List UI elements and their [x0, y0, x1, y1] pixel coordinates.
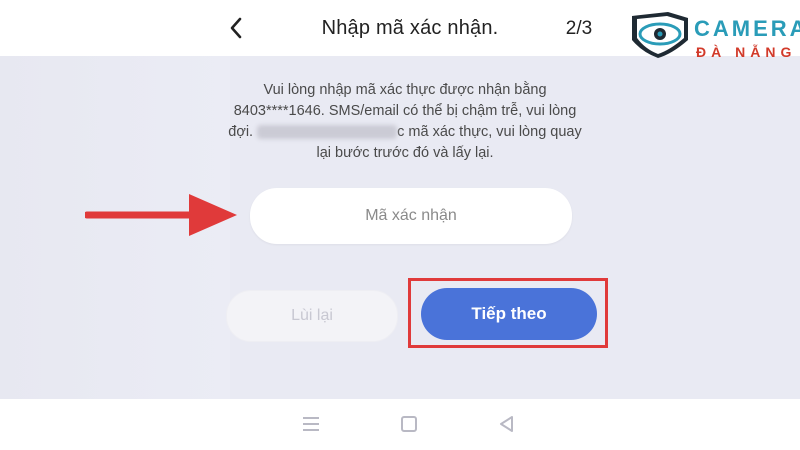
triangle-back-icon[interactable] [496, 413, 518, 435]
instruction-line-3: đợi. c mã xác thực, vui lòng quay [205, 122, 605, 143]
system-nav-bar [0, 399, 800, 450]
instruction-line-3-suffix: c mã xác thực, vui lòng quay [397, 124, 582, 140]
instruction-line-2: 8403****1646. SMS/email có thể bị chậm t… [233, 103, 577, 119]
page-title: Nhập mã xác nhận. [321, 17, 499, 39]
app-screen: Nhập mã xác nhận. 2/3 Vui lòng nhập mã x… [0, 0, 800, 450]
watermark-line-1: CAMERA [694, 16, 800, 41]
instruction-line-4: lại bước trước đó và lấy lại. [316, 145, 494, 161]
menu-icon[interactable] [300, 413, 322, 435]
redacted-blur [257, 125, 398, 140]
back-button[interactable] [222, 14, 250, 42]
square-home-icon[interactable] [398, 413, 420, 435]
verification-code-input[interactable] [250, 188, 572, 244]
chevron-left-icon [230, 17, 242, 39]
instruction-text: Vui lòng nhập mã xác thực được nhận bằng… [205, 80, 605, 164]
watermark-line-2: ĐÀ NẴNG [696, 44, 797, 60]
instruction-line-1: Vui lòng nhập mã xác thực được nhận bằng [263, 82, 547, 98]
instruction-line-3-prefix: đợi. [228, 124, 254, 140]
next-button[interactable]: Tiếp theo [421, 288, 597, 340]
step-indicator: 2/3 [565, 18, 593, 39]
back-step-button[interactable]: Lùi lại [226, 290, 398, 342]
red-arrow-annotation [85, 194, 237, 236]
